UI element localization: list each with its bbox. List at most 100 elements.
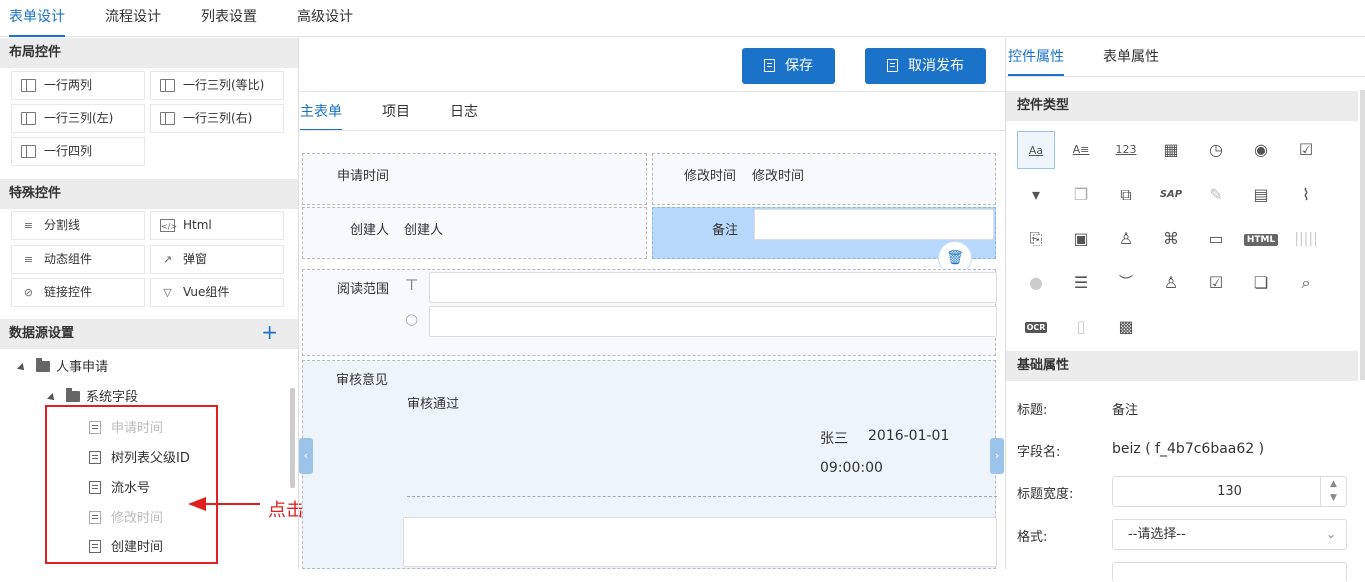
special-item-label: Vue组件 bbox=[183, 285, 230, 299]
stamp-icon[interactable]: ♙ bbox=[1152, 264, 1190, 302]
title-width-input[interactable]: 130 ▲ ▼ bbox=[1112, 476, 1347, 507]
clock-icon[interactable]: ◷ bbox=[1197, 131, 1235, 169]
text-box-icon[interactable]: ▭ bbox=[1197, 220, 1235, 258]
tab-advanced-design[interactable]: 高级设计 bbox=[297, 0, 353, 37]
layout-four-columns[interactable]: 一行四列 bbox=[11, 137, 145, 166]
cell-creator[interactable]: 创建人 创建人 bbox=[302, 207, 647, 259]
add-datasource-button[interactable]: + bbox=[261, 317, 278, 347]
tab-main-form[interactable]: 主表单 bbox=[300, 100, 342, 131]
code-icon: </> bbox=[160, 219, 177, 232]
tab-form-properties[interactable]: 表单属性 bbox=[1103, 38, 1159, 76]
control-type-title: 控件类型 bbox=[1006, 91, 1358, 121]
check-doc-icon[interactable]: ☑ bbox=[1197, 264, 1235, 302]
tab-form-design[interactable]: 表单设计 bbox=[9, 0, 65, 37]
multi-doc-icon[interactable]: ❏ bbox=[1242, 264, 1280, 302]
cell-review-opinion[interactable]: 审核意见 审核通过 张三 2016-01-01 09:00:00 bbox=[302, 360, 997, 569]
review-time: 09:00:00 bbox=[820, 460, 883, 476]
creator-value: 创建人 bbox=[404, 223, 444, 238]
special-section-title: 特殊控件 bbox=[0, 179, 298, 209]
image-icon[interactable]: ▣ bbox=[1062, 220, 1100, 258]
user-icon[interactable]: ♙ bbox=[1107, 220, 1145, 258]
tab-log[interactable]: 日志 bbox=[450, 100, 478, 131]
special-item-label: 动态组件 bbox=[44, 252, 93, 266]
tab-control-properties[interactable]: 控件属性 bbox=[1008, 38, 1064, 76]
link-copy-icon[interactable]: ⧉ bbox=[1107, 176, 1145, 214]
expand-arrow-icon[interactable] bbox=[47, 393, 57, 403]
cell-read-scope[interactable]: 阅读范围 ⊤ ○ bbox=[302, 269, 997, 356]
reviewer-name: 张三 bbox=[820, 431, 848, 447]
pen-icon[interactable]: ✎ bbox=[1197, 176, 1235, 214]
text-input-icon[interactable]: Aa bbox=[1017, 131, 1055, 169]
qrcode-icon[interactable]: ▩ bbox=[1107, 308, 1145, 346]
form-canvas: 保存 取消发布 主表单 项目 日志 申请时间 修改时间 修改时间 创建人 创建人… bbox=[298, 38, 1006, 569]
layout-three-columns-equal[interactable]: 一行三列(等比) bbox=[150, 71, 284, 100]
highlight-box bbox=[45, 405, 218, 564]
layout-two-columns[interactable]: 一行两列 bbox=[11, 71, 145, 100]
collapse-right-button[interactable]: › bbox=[990, 438, 1004, 474]
tab-project[interactable]: 项目 bbox=[382, 100, 410, 131]
table-icon bbox=[160, 79, 175, 92]
title-width-value: 130 bbox=[1217, 484, 1242, 499]
disabled-circle-icon[interactable]: ● bbox=[1017, 264, 1055, 302]
save-button-label: 保存 bbox=[785, 58, 813, 74]
ocr-icon[interactable]: OCR bbox=[1017, 308, 1055, 346]
chevron-down-icon: ⌄ bbox=[1325, 527, 1336, 541]
signature-icon[interactable]: ︶ bbox=[1107, 264, 1145, 302]
right-scrollbar[interactable] bbox=[1360, 90, 1365, 380]
review-textarea[interactable] bbox=[403, 517, 997, 567]
special-dynamic-component[interactable]: ≡ 动态组件 bbox=[11, 245, 145, 274]
expand-arrow-icon[interactable] bbox=[17, 363, 27, 373]
checkbox-icon[interactable]: ☑ bbox=[1287, 131, 1325, 169]
org-chart-icon[interactable]: ⊤ bbox=[405, 276, 418, 294]
list-icon[interactable]: ☰ bbox=[1062, 264, 1100, 302]
remark-label: 备注 bbox=[712, 223, 739, 238]
paperclip-icon[interactable]: ⌇ bbox=[1287, 176, 1325, 214]
special-html[interactable]: </> Html bbox=[150, 211, 284, 240]
org-icon[interactable]: ⌘ bbox=[1152, 220, 1190, 258]
collapse-left-button[interactable]: ‹ bbox=[299, 438, 313, 474]
review-label: 审核意见 bbox=[336, 373, 389, 388]
next-property-input[interactable] bbox=[1112, 562, 1347, 582]
unpublish-button[interactable]: 取消发布 bbox=[865, 48, 986, 84]
left-scrollbar[interactable] bbox=[290, 388, 295, 488]
title-prop-value: 备注 bbox=[1112, 403, 1139, 418]
folder-icon bbox=[36, 358, 50, 372]
copy-icon[interactable]: ❐ bbox=[1062, 176, 1100, 214]
barcode-icon[interactable]: ||||| bbox=[1287, 220, 1325, 258]
user-icon[interactable]: ○ bbox=[405, 310, 418, 328]
layout-three-columns-right[interactable]: 一行三列(右) bbox=[150, 104, 284, 133]
stepper-icon[interactable]: ▲ ▼ bbox=[1320, 477, 1346, 506]
modify-time-label: 修改时间 bbox=[684, 169, 737, 184]
layout-three-columns-left[interactable]: 一行三列(左) bbox=[11, 104, 145, 133]
tab-list-settings[interactable]: 列表设置 bbox=[201, 0, 257, 37]
special-vue-component[interactable]: ▽ Vue组件 bbox=[150, 278, 284, 307]
html-icon[interactable]: HTML bbox=[1242, 220, 1280, 258]
cell-apply-time[interactable]: 申请时间 bbox=[302, 153, 647, 205]
datasource-section-title: 数据源设置 + bbox=[0, 319, 298, 349]
tab-flow-design[interactable]: 流程设计 bbox=[105, 0, 161, 37]
layout-section-title: 布局控件 bbox=[0, 38, 298, 68]
table-icon bbox=[21, 79, 36, 92]
search-doc-icon[interactable]: ⌕ bbox=[1287, 264, 1325, 302]
save-button[interactable]: 保存 bbox=[742, 48, 835, 84]
format-select[interactable]: --请选择-- ⌄ bbox=[1112, 519, 1347, 550]
top-tab-bar: 表单设计 流程设计 列表设置 高级设计 bbox=[0, 0, 1365, 37]
radio-icon[interactable]: ◉ bbox=[1242, 131, 1280, 169]
file-upload-icon[interactable]: ⎘ bbox=[1017, 220, 1055, 258]
remark-input[interactable] bbox=[754, 209, 994, 240]
sap-icon[interactable]: SAP bbox=[1152, 176, 1190, 214]
document-icon[interactable]: ▤ bbox=[1242, 176, 1280, 214]
cell-modify-time[interactable]: 修改时间 修改时间 bbox=[652, 153, 996, 205]
calendar-icon[interactable]: ▦ bbox=[1152, 131, 1190, 169]
read-scope-org-input[interactable] bbox=[429, 272, 997, 303]
number-icon[interactable]: 123 bbox=[1107, 131, 1145, 169]
special-popup[interactable]: ↗ 弹窗 bbox=[150, 245, 284, 274]
read-scope-user-input[interactable] bbox=[429, 306, 997, 337]
external-link-icon: ↗ bbox=[162, 253, 173, 266]
special-link-control[interactable]: ⊘ 链接控件 bbox=[11, 278, 145, 307]
textarea-icon[interactable]: A≡ bbox=[1062, 131, 1100, 169]
special-divider[interactable]: ≡ 分割线 bbox=[11, 211, 145, 240]
dropdown-icon[interactable]: ▾ bbox=[1017, 176, 1055, 214]
blank-doc-icon[interactable]: ▯ bbox=[1062, 308, 1100, 346]
tree-node-root[interactable]: 人事申请 bbox=[17, 357, 108, 379]
